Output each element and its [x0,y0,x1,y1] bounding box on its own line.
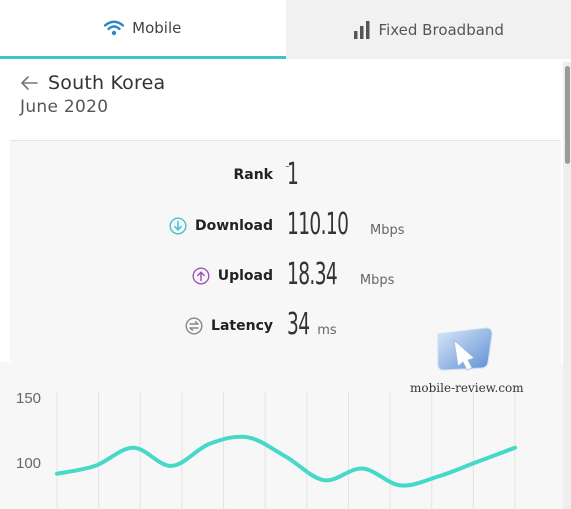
download-icon [169,217,187,235]
back-arrow-icon[interactable] [20,75,38,91]
watermark: mobile-review.com [400,322,524,402]
rank-row: Rank 1 - [10,155,561,195]
bars-icon [353,20,370,39]
upload-label: Upload [217,268,273,284]
watermark-text: mobile-review.com [410,381,524,395]
latency-label: Latency [211,318,273,334]
wifi-icon [104,20,125,36]
download-label: Download [194,218,273,234]
country-name: South Korea [48,72,166,94]
download-row: Download 110.10 Mbps [10,205,561,245]
y-tick-label: 150 [16,390,41,407]
tab-mobile[interactable]: Mobile [0,0,286,59]
y-tick-label: 100 [16,455,41,472]
connection-type-tabs: Mobile Fixed Broadband [0,0,571,59]
upload-value: 18.34 [287,257,338,292]
report-date: June 2020 [20,97,109,117]
download-speed-line [55,434,517,488]
upload-row: Upload 18.34 Mbps [10,255,561,295]
tab-mobile-label: Mobile [132,19,182,37]
tab-fixed-broadband-label: Fixed Broadband [378,20,504,39]
download-value: 110.10 [287,207,349,242]
watermark-logo-icon [437,327,493,371]
latency-unit: ms [317,323,337,338]
tab-fixed-broadband[interactable]: Fixed Broadband [285,0,571,59]
latency-value: 34 [287,307,310,342]
upload-unit: Mbps [359,273,395,288]
location-header: South Korea June 2020 [20,72,165,117]
rank-change: - [285,159,290,173]
latency-icon [185,317,203,335]
scrollbar-thumb[interactable] [565,66,570,164]
download-unit: Mbps [369,223,405,238]
upload-icon [192,267,210,285]
rank-label: Rank [233,167,273,183]
